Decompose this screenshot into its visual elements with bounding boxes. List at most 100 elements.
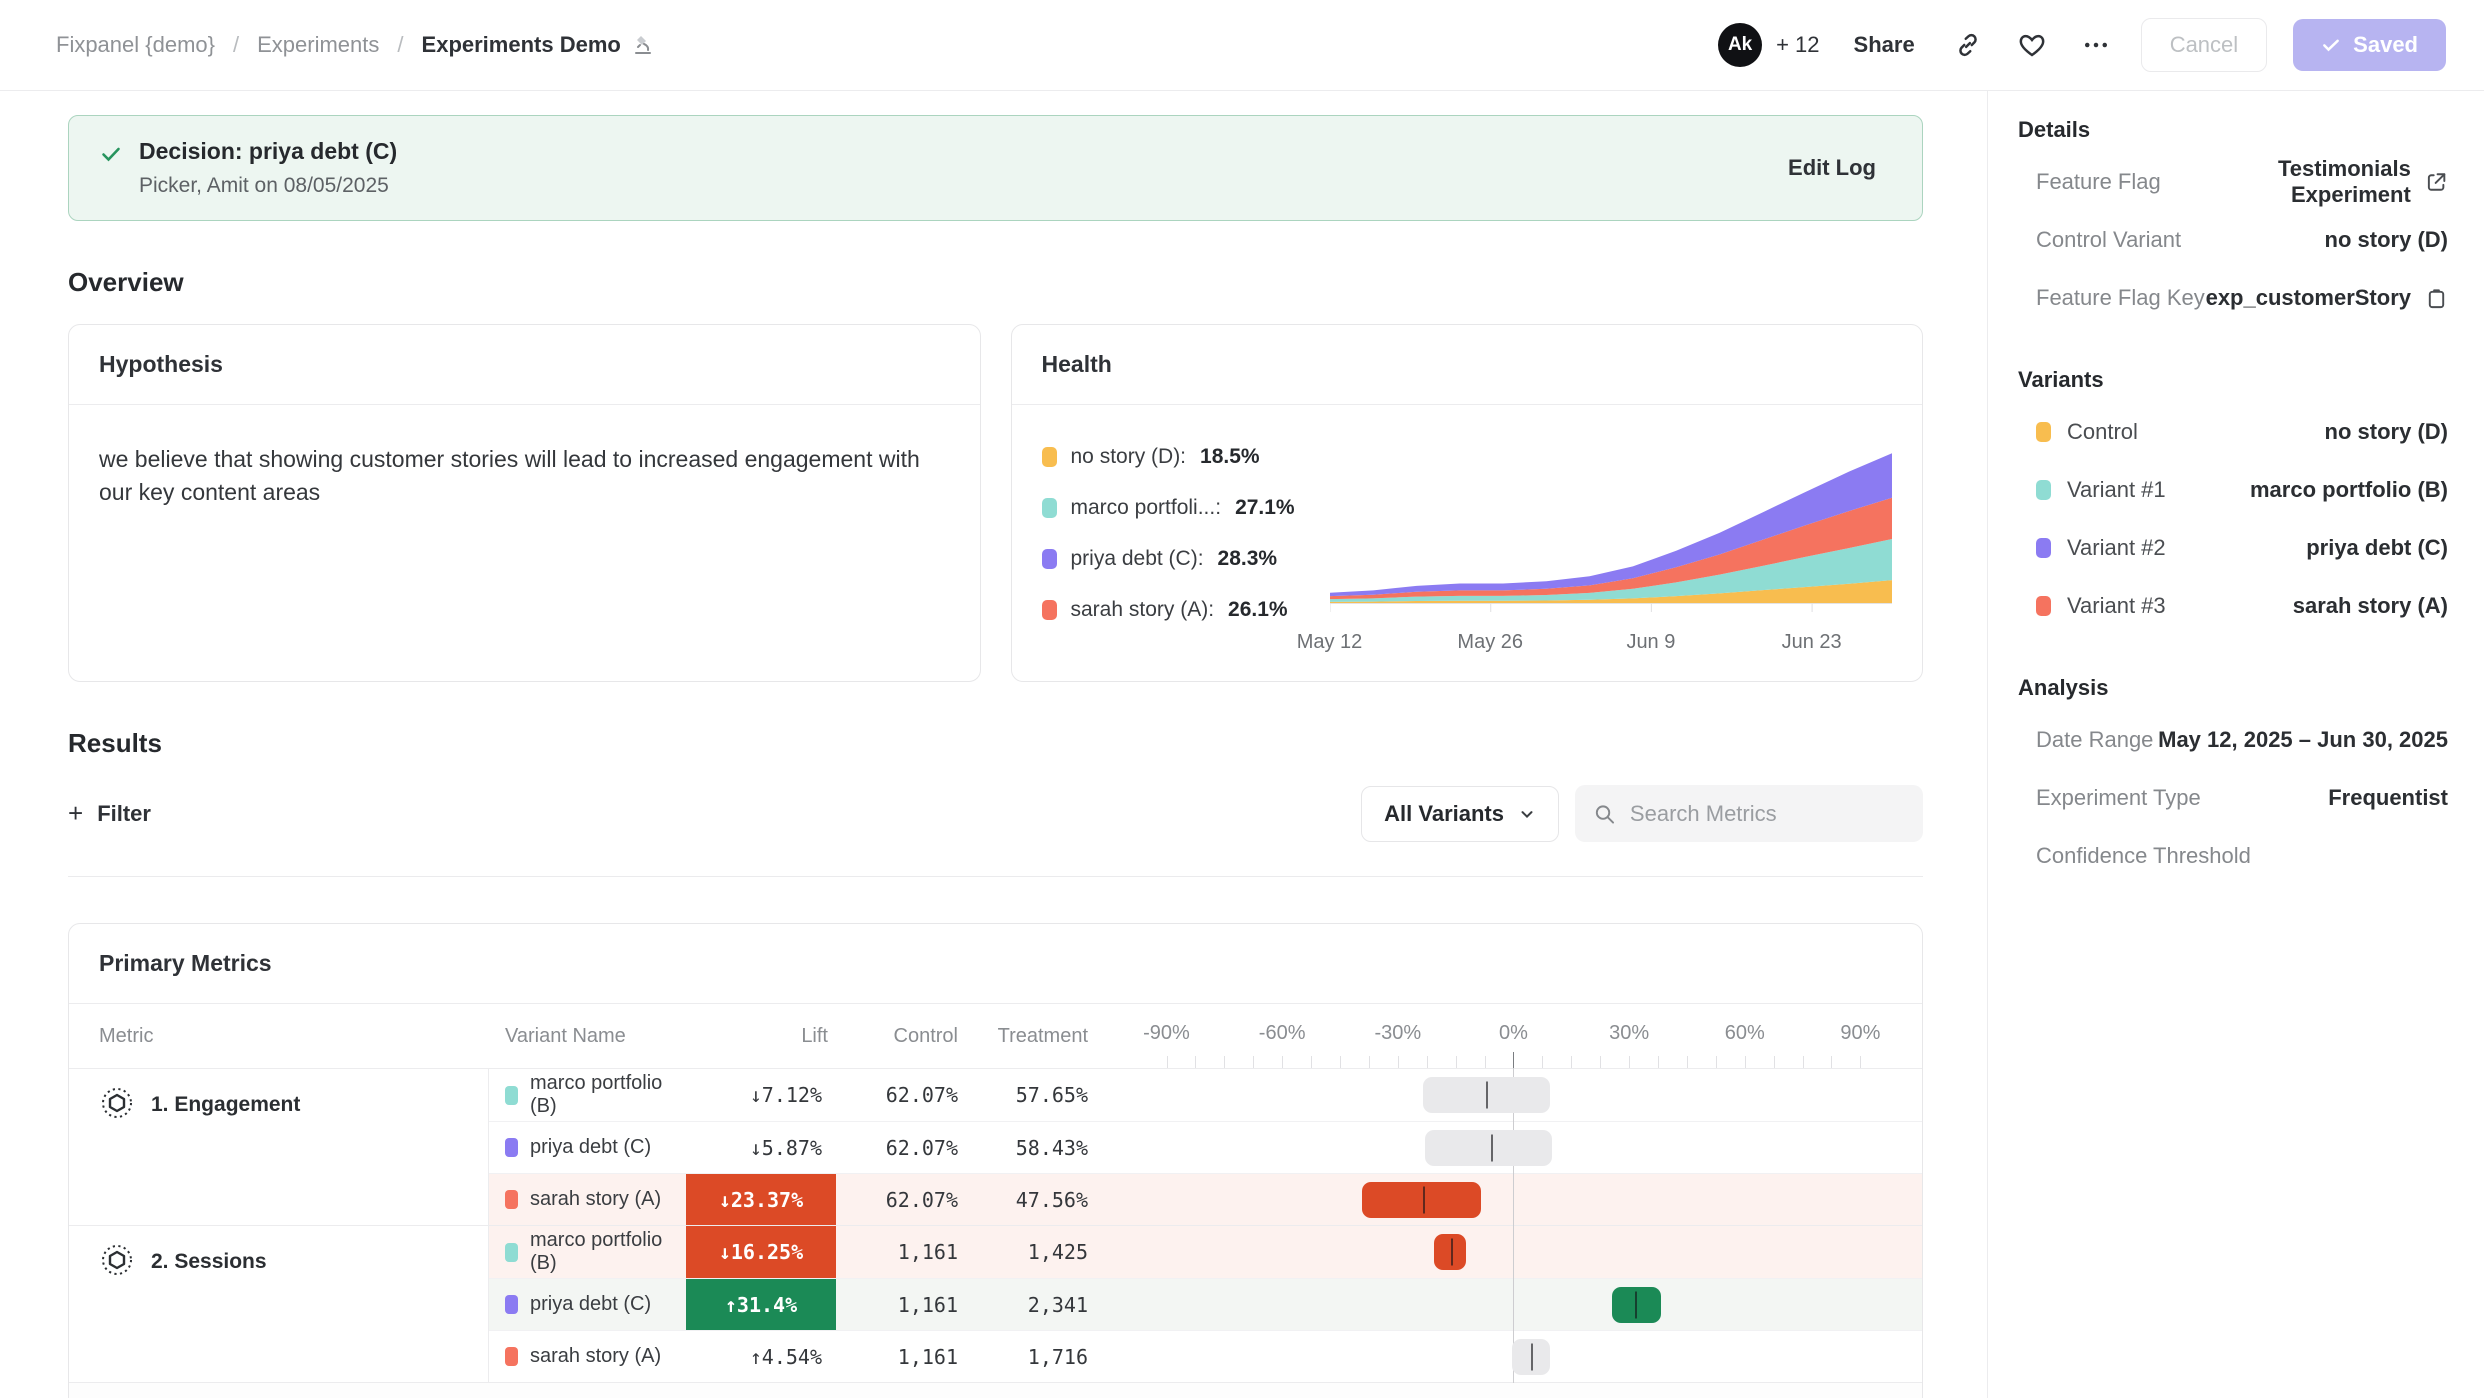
- lift-point-marker: [1491, 1134, 1493, 1161]
- lift-badge: ↓23.37%: [686, 1174, 836, 1225]
- chevron-down-icon: [1518, 805, 1536, 823]
- share-button[interactable]: Share: [1854, 32, 1915, 58]
- table-row[interactable]: priya debt (C)↑31.4%1,1612,341: [489, 1278, 1922, 1330]
- treatment-value: 47.56%: [966, 1174, 1096, 1225]
- detail-row-feature-flag: Feature Flag Testimonials Experiment: [2018, 153, 2448, 211]
- metric-cell[interactable]: 2. Sessions: [69, 1226, 489, 1382]
- treatment-value: 1,425: [966, 1226, 1096, 1278]
- axis-minor-tick: [1311, 1056, 1312, 1068]
- metric-target-icon: [99, 1242, 135, 1278]
- feature-flag-key-value: exp_customerStory: [2206, 285, 2411, 311]
- confidence-interval-cell: [1096, 1174, 1922, 1225]
- variant-cell: marco portfolio (B): [489, 1069, 686, 1121]
- table-row[interactable]: sarah story (A)↑4.54%1,1611,716: [489, 1330, 1922, 1382]
- axis-minor-tick: [1687, 1056, 1688, 1068]
- decision-check-icon: [99, 142, 123, 166]
- axis-minor-tick: [1600, 1056, 1601, 1068]
- axis-tick-label: 60%: [1725, 1022, 1765, 1045]
- table-row[interactable]: marco portfolio (B)↓16.25%1,1611,425: [489, 1226, 1922, 1278]
- breadcrumb-current[interactable]: Experiments Demo: [422, 32, 655, 58]
- breadcrumb-project[interactable]: Fixpanel {demo}: [56, 32, 215, 58]
- legend-swatch: [1042, 498, 1057, 518]
- confidence-interval-bar: [1425, 1130, 1552, 1166]
- add-metric-button[interactable]: + Add: [69, 1382, 1922, 1398]
- breadcrumb: Fixpanel {demo} / Experiments / Experime…: [56, 32, 655, 58]
- legend-label: no story (D):: [1071, 445, 1187, 469]
- variant-label: Variant #1: [2067, 477, 2166, 503]
- collaborators-count[interactable]: + 12: [1776, 32, 1819, 58]
- axis-minor-tick: [1456, 1056, 1457, 1068]
- metric-cell[interactable]: 1. Engagement: [69, 1069, 489, 1225]
- legend-item[interactable]: priya debt (C): 28.3%: [1042, 547, 1314, 571]
- table-row[interactable]: sarah story (A)↓23.37%62.07%47.56%: [489, 1173, 1922, 1225]
- edit-log-button[interactable]: Edit Log: [1788, 155, 1892, 181]
- axis-minor-tick: [1398, 1056, 1399, 1068]
- confidence-interval-cell: [1096, 1226, 1922, 1278]
- saved-label: Saved: [2353, 32, 2418, 58]
- analysis-label: Confidence Threshold: [2036, 843, 2251, 869]
- lift-badge: ↓16.25%: [686, 1226, 836, 1278]
- metric-rows: marco portfolio (B)↓7.12%62.07%57.65%pri…: [489, 1069, 1922, 1225]
- feature-flag-value[interactable]: Testimonials Experiment: [2161, 156, 2411, 208]
- legend-item[interactable]: sarah story (A): 26.1%: [1042, 598, 1314, 622]
- more-menu-button[interactable]: [2077, 26, 2115, 64]
- axis-minor-tick: [1340, 1056, 1341, 1068]
- search-input[interactable]: [1630, 801, 1905, 827]
- external-link-icon[interactable]: [2425, 170, 2448, 194]
- confidence-interval-cell: [1096, 1279, 1922, 1330]
- hypothesis-card: Hypothesis we believe that showing custo…: [68, 324, 981, 682]
- variant-swatch: [2036, 538, 2051, 558]
- axis-tick-label: -30%: [1374, 1022, 1421, 1045]
- treatment-value: 1,716: [966, 1331, 1096, 1382]
- variants-dropdown[interactable]: All Variants: [1361, 786, 1559, 842]
- favorite-button[interactable]: [2013, 26, 2051, 64]
- details-sidebar: Details Feature Flag Testimonials Experi…: [1987, 91, 2484, 1398]
- add-filter-button[interactable]: + Filter: [68, 798, 151, 829]
- breadcrumb-current-label: Experiments Demo: [422, 32, 621, 58]
- variant-swatch: [505, 1190, 518, 1209]
- primary-metrics-title: Primary Metrics: [69, 924, 1922, 1003]
- axis-tick-label: -60%: [1259, 1022, 1306, 1045]
- legend-item[interactable]: marco portfoli...: 27.1%: [1042, 496, 1314, 520]
- metric-target-icon: [99, 1085, 135, 1121]
- microscope-icon: [631, 33, 655, 57]
- variants-dropdown-value: All Variants: [1384, 801, 1504, 827]
- variant-label: Control: [2067, 419, 2138, 445]
- saved-button[interactable]: Saved: [2293, 19, 2446, 71]
- health-chart-x-labels: May 12May 26Jun 9Jun 23: [1330, 631, 1893, 661]
- avatar[interactable]: Ak: [1718, 23, 1762, 67]
- lift-value: ↓5.87%: [686, 1122, 836, 1173]
- control-value: 62.07%: [836, 1174, 966, 1225]
- variant-row: Variant #3 sarah story (A): [2018, 577, 2448, 635]
- treatment-value: 57.65%: [966, 1069, 1096, 1121]
- legend-swatch: [1042, 549, 1057, 569]
- legend-value: 27.1%: [1235, 496, 1295, 520]
- filter-label: Filter: [97, 801, 151, 827]
- analysis-heading: Analysis: [2018, 675, 2448, 701]
- main-content: Decision: priya debt (C) Picker, Amit on…: [0, 91, 1987, 1398]
- ellipsis-icon: [2081, 30, 2111, 60]
- axis-minor-tick: [1369, 1056, 1370, 1068]
- legend-label: priya debt (C):: [1071, 547, 1204, 571]
- lift-value: ↑4.54%: [686, 1331, 836, 1382]
- table-row[interactable]: priya debt (C)↓5.87%62.07%58.43%: [489, 1121, 1922, 1173]
- topbar-actions: Ak + 12 Share Cancel: [1718, 18, 2446, 72]
- primary-metrics-header: Metric Variant Name Lift Control Treatme…: [69, 1003, 1922, 1069]
- variant-value: priya debt (C): [2306, 535, 2448, 561]
- metric-group: 1. Engagementmarco portfolio (B)↓7.12%62…: [69, 1069, 1922, 1225]
- legend-swatch: [1042, 447, 1057, 467]
- control-value: 62.07%: [836, 1069, 966, 1121]
- health-card: Health no story (D): 18.5% marco portfol…: [1011, 324, 1924, 682]
- breadcrumb-experiments[interactable]: Experiments: [257, 32, 379, 58]
- copy-link-button[interactable]: [1949, 26, 1987, 64]
- copy-icon[interactable]: [2425, 287, 2448, 310]
- axis-minor-tick: [1629, 1056, 1630, 1068]
- control-value: 1,161: [836, 1226, 966, 1278]
- variant-swatch: [2036, 596, 2051, 616]
- legend-item[interactable]: no story (D): 18.5%: [1042, 445, 1314, 469]
- table-row[interactable]: marco portfolio (B)↓7.12%62.07%57.65%: [489, 1069, 1922, 1121]
- cancel-button[interactable]: Cancel: [2141, 18, 2267, 72]
- legend-swatch: [1042, 600, 1057, 620]
- metrics-search[interactable]: [1575, 785, 1923, 842]
- confidence-interval-cell: [1096, 1069, 1922, 1121]
